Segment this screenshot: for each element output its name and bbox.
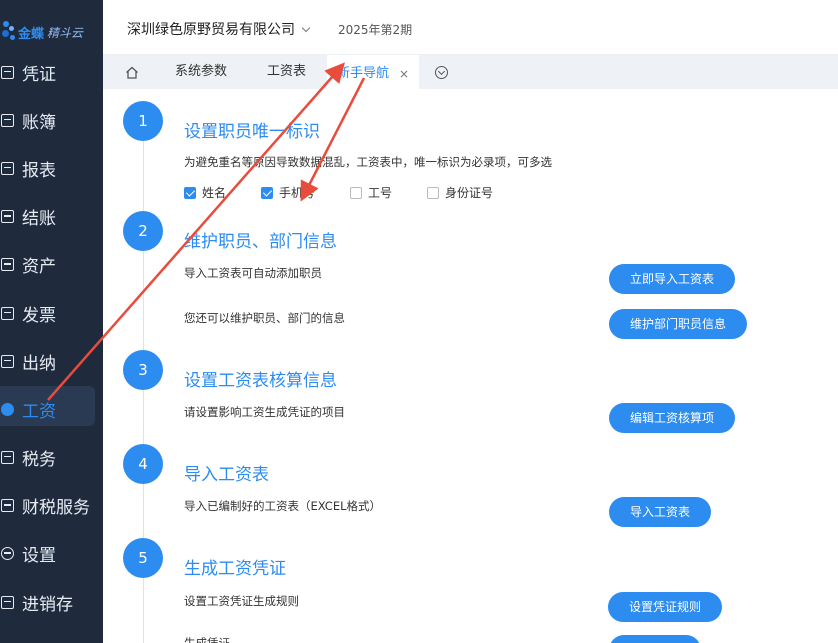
brand-name: 金蝶 <box>18 26 45 42</box>
company-name: 深圳绿色原野贸易有限公司 <box>127 22 295 38</box>
generate-voucher-button[interactable] <box>609 635 701 643</box>
step-desc: 导入工资表可自动添加职员 <box>184 266 322 280</box>
sidebar-nav: 凭证 账簿 报表 结账 资产 发票 出纳 工资 税务 财税服务 设置 进销存 <box>0 48 103 626</box>
sidebar-item-closing[interactable]: 结账 <box>0 193 103 241</box>
sidebar-item-label: 结账 <box>22 209 56 230</box>
top-header: 深圳绿色原野贸易有限公司 2025年第2期 <box>103 0 838 55</box>
settings-icon <box>1 547 14 561</box>
guide-content: 1 设置职员唯一标识 为避免重名等原因导致数据混乱，工资表中，唯一标识为必录项，… <box>103 89 838 643</box>
asset-icon <box>1 258 14 272</box>
sidebar-item-label: 财税服务 <box>22 498 90 519</box>
tab-home[interactable] <box>123 55 143 89</box>
tax-icon <box>1 451 14 465</box>
tab-label: 新手导航 <box>337 66 390 81</box>
checkbox-box[interactable] <box>261 186 273 199</box>
checkbox-label: 姓名 <box>202 186 227 200</box>
chevron-down-icon <box>301 23 311 33</box>
service-icon <box>1 499 14 513</box>
chevron-down-circle-icon <box>435 66 448 79</box>
voucher-icon <box>1 65 14 79</box>
sidebar-item-label: 进销存 <box>22 594 73 615</box>
sidebar-item-label: 工资 <box>22 401 56 422</box>
step-title: 导入工资表 <box>184 465 269 485</box>
checkbox-box[interactable] <box>427 186 439 199</box>
report-icon <box>1 161 14 175</box>
sidebar-item-tax[interactable]: 税务 <box>0 434 103 482</box>
sidebar-item-label: 设置 <box>22 546 56 567</box>
invoice-icon <box>1 306 14 320</box>
checkbox-label: 工号 <box>368 186 393 200</box>
app-window: 金蝶 精斗云 凭证 账簿 报表 结账 资产 发票 出纳 工资 税务 财税服务 设… <box>0 0 838 643</box>
sidebar-item-label: 报表 <box>22 160 56 181</box>
step-desc: 请设置影响工资生成凭证的项目 <box>184 405 345 419</box>
ledger-icon <box>1 113 14 127</box>
step-number: 3 <box>123 350 163 390</box>
step-title: 设置职员唯一标识 <box>184 122 320 142</box>
step-number: 4 <box>123 444 163 484</box>
checkbox-id-card[interactable]: 身份证号 <box>427 184 493 201</box>
sidebar-item-invoice[interactable]: 发票 <box>0 289 103 337</box>
step-number: 2 <box>123 211 163 251</box>
step-number: 1 <box>123 101 163 141</box>
brand-logo[interactable]: 金蝶 精斗云 <box>0 18 103 46</box>
sidebar-item-label: 账簿 <box>22 112 56 133</box>
set-voucher-rules-button[interactable]: 设置凭证规则 <box>608 592 723 622</box>
step-desc: 导入已编制好的工资表（EXCEL格式） <box>184 499 382 513</box>
identifier-checkboxes: 姓名 手机号 工号 身份证号 <box>184 184 493 201</box>
kingdee-logo-icon <box>0 21 16 43</box>
company-selector[interactable]: 深圳绿色原野贸易有限公司 <box>127 19 311 39</box>
yuan-icon <box>1 402 14 416</box>
import-salary-now-button[interactable]: 立即导入工资表 <box>609 264 736 294</box>
sidebar-item-salary[interactable]: 工资 <box>0 385 103 433</box>
cashier-icon <box>1 354 14 368</box>
accounting-period[interactable]: 2025年第2期 <box>338 21 412 38</box>
checkbox-box[interactable] <box>350 186 362 199</box>
sidebar-item-voucher[interactable]: 凭证 <box>0 48 103 96</box>
tab-bar: 系统参数 工资表 新手导航 × <box>103 55 838 89</box>
step-title: 生成工资凭证 <box>184 559 286 579</box>
inventory-icon <box>1 595 14 609</box>
import-salary-button[interactable]: 导入工资表 <box>609 497 712 527</box>
tab-salary-sheet[interactable]: 工资表 <box>267 55 306 89</box>
tab-system-params[interactable]: 系统参数 <box>175 55 227 89</box>
sidebar: 金蝶 精斗云 凭证 账簿 报表 结账 资产 发票 出纳 工资 税务 财税服务 设… <box>0 0 103 643</box>
checkbox-label: 手机号 <box>279 186 316 200</box>
sidebar-item-label: 凭证 <box>22 64 56 85</box>
sidebar-item-settings[interactable]: 设置 <box>0 530 103 578</box>
sidebar-item-report[interactable]: 报表 <box>0 144 103 192</box>
sidebar-item-inventory[interactable]: 进销存 <box>0 578 103 626</box>
tab-more[interactable] <box>435 55 451 89</box>
home-icon <box>126 66 138 79</box>
checkbox-employee-id[interactable]: 工号 <box>350 184 427 201</box>
step-desc: 生成凭证 <box>184 636 230 643</box>
step-number: 5 <box>123 538 163 578</box>
sidebar-item-ledger[interactable]: 账簿 <box>0 96 103 144</box>
sidebar-item-cashier[interactable]: 出纳 <box>0 337 103 385</box>
checkbox-label: 身份证号 <box>445 186 494 200</box>
tab-beginner-guide[interactable]: 新手导航 × <box>327 55 419 89</box>
checkbox-name[interactable]: 姓名 <box>184 184 261 201</box>
closing-icon <box>1 210 14 224</box>
checkbox-phone[interactable]: 手机号 <box>261 184 350 201</box>
step-desc: 为避免重名等原因导致数据混乱，工资表中，唯一标识为必录项，可多选 <box>184 155 552 169</box>
sidebar-item-label: 发票 <box>22 305 56 326</box>
sidebar-item-asset[interactable]: 资产 <box>0 241 103 289</box>
edit-salary-items-button[interactable]: 编辑工资核算项 <box>609 403 736 433</box>
step-title: 设置工资表核算信息 <box>184 371 337 391</box>
step-desc: 您还可以维护职员、部门的信息 <box>184 311 345 325</box>
brand-product: 精斗云 <box>47 25 84 40</box>
step-title: 维护职员、部门信息 <box>184 232 337 252</box>
close-icon[interactable]: × <box>399 57 409 91</box>
maintain-dept-staff-button[interactable]: 维护部门职员信息 <box>609 309 748 339</box>
step-desc: 设置工资凭证生成规则 <box>184 594 299 608</box>
sidebar-item-label: 税务 <box>22 450 56 471</box>
sidebar-item-label: 资产 <box>22 257 56 278</box>
sidebar-item-finance-service[interactable]: 财税服务 <box>0 482 103 530</box>
sidebar-item-label: 出纳 <box>22 353 56 374</box>
checkbox-box[interactable] <box>184 186 196 199</box>
